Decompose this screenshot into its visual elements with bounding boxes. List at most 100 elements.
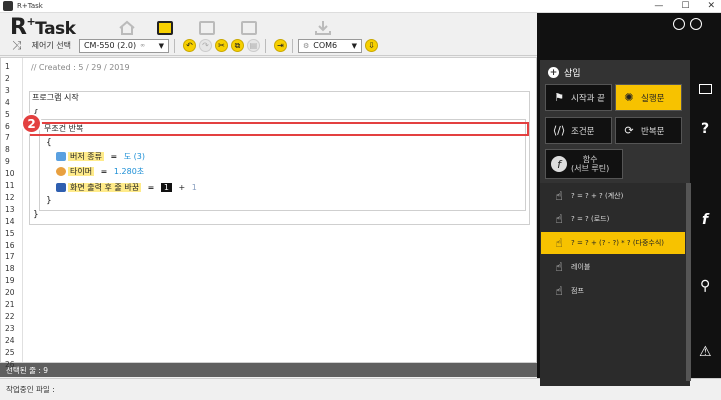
palette-statement-button[interactable]: ✺ 실행문 (615, 84, 682, 111)
line-number: 22 (5, 311, 15, 321)
line-number: 14 (5, 216, 15, 226)
tab-home[interactable] (112, 17, 142, 35)
line-number: 19 (5, 276, 15, 286)
line-number: 12 (5, 192, 15, 202)
code-editor[interactable]: // Created : 5 / 29 / 2019 프로그램 시작 { 무조건… (0, 57, 537, 363)
insert-label: 삽입 (564, 69, 581, 79)
settings-icon[interactable] (673, 18, 685, 30)
tab-monitor[interactable] (192, 17, 222, 35)
list-item-label: ? = ? + (? - ?) * ? (다중수식) (571, 239, 665, 247)
undo-icon: ↶ (186, 41, 193, 50)
tab-download[interactable] (308, 17, 338, 35)
line-number: 17 (5, 252, 15, 262)
insert-header: + 삽입 (548, 66, 581, 79)
list-item-label-cmd[interactable]: ☝ 레이블 (541, 256, 685, 278)
port-select[interactable]: ⚙ COM6 ▼ (297, 38, 362, 53)
print-value[interactable]: 1 (160, 183, 172, 192)
palette-button-label: 조건문 (571, 126, 595, 137)
display-icon (56, 183, 66, 192)
print-statement[interactable]: 화면 출력 후 줄 바꿈 = 1 + 1 (56, 182, 197, 193)
copy-icon: ⧉ (234, 40, 241, 50)
copy-button[interactable]: ⧉ (230, 39, 244, 52)
list-item-jump[interactable]: ☝ 점프 (541, 280, 685, 302)
line-numbers: 1 2 3 4 5 6 7 8 9 10 11 12 13 14 15 16 17 18 19 20 21 22 23 24 2… (0, 57, 22, 369)
buzzer-value: 도 (3) (123, 152, 146, 161)
line-number: 25 (5, 347, 15, 357)
line-number: 8 (5, 145, 10, 155)
function-icon[interactable]: f (702, 212, 708, 228)
close-brace: } (33, 210, 39, 220)
palette-condition-button[interactable]: ⟨/⟩ 조건문 (545, 117, 612, 144)
redo-button[interactable]: ↷ (198, 39, 212, 52)
program-start[interactable]: 프로그램 시작 (32, 92, 79, 103)
equals-sign: = (110, 152, 118, 161)
list-item-multi-expr[interactable]: ☝ ? = ? + (? - ?) * ? (다중수식) (541, 232, 685, 254)
comment-line[interactable]: // Created : 5 / 29 / 2019 (31, 63, 130, 72)
line-number: 18 (5, 264, 15, 274)
palette-button-label: 반복문 (641, 126, 665, 137)
program-icon (157, 21, 173, 35)
timer-icon (56, 167, 66, 176)
user-icon[interactable] (690, 18, 702, 30)
print-label: 화면 출력 후 줄 바꿈 (68, 183, 142, 192)
line-number: 23 (5, 323, 15, 333)
timer-value: 1.280초 (113, 167, 145, 176)
link-icon: ∞ (140, 42, 146, 49)
divider (173, 38, 175, 53)
list-item-label: ? = ? (로드) (571, 215, 610, 223)
window-title: R+Task (17, 2, 43, 10)
tab-motion[interactable] (234, 17, 264, 35)
working-file-label: 작업중인 파일 : (6, 385, 55, 394)
monitor-icon (199, 21, 215, 35)
scissors-icon: ✂ (218, 41, 225, 50)
controller-label: 제어기 선택 (31, 41, 71, 50)
list-item-load[interactable]: ☝ ? = ? (로드) (541, 208, 685, 230)
enter-icon: ⇥ (277, 41, 284, 50)
buzzer-statement[interactable]: 버저 종류 = 도 (3) (56, 151, 145, 162)
line-number: 13 (5, 204, 15, 214)
code-icon: ⟨/⟩ (552, 124, 566, 137)
shuffle-icon[interactable]: ⤨ (12, 38, 22, 53)
list-item-label: ? = ? + ? (계산) (571, 192, 624, 200)
line-number: 24 (5, 335, 15, 345)
palette-start-end-button[interactable]: ⚑ 시작과 끝 (545, 84, 612, 111)
location-icon[interactable]: ⚲ (700, 278, 710, 294)
buzzer-label: 버저 종류 (68, 152, 104, 161)
line-number: 7 (5, 133, 10, 143)
divider (264, 38, 266, 53)
message-icon[interactable] (699, 84, 712, 94)
timer-statement[interactable]: 타이머 = 1.280초 (56, 166, 144, 177)
connect-button[interactable]: ⇥ (273, 39, 287, 52)
line-number: 20 (5, 288, 15, 298)
app-icon (3, 1, 13, 11)
minimize-button[interactable]: — (654, 1, 663, 11)
controller-select[interactable]: CM-550 (2.0) ∞ ▼ (78, 38, 169, 53)
print-value-2[interactable]: 1 (192, 183, 197, 192)
toolbar: ⤨ 제어기 선택 CM-550 (2.0) ∞ ▼ ↶ ↷ ✂ ⧉ ▤ ⇥ ⚙ … (0, 36, 537, 56)
palette-loop-button[interactable]: ⟳ 반복문 (615, 117, 682, 144)
gear-icon: ⚙ (302, 41, 310, 50)
line-number: 21 (5, 300, 15, 309)
close-button[interactable]: ✕ (707, 1, 715, 11)
equals-sign: = (147, 183, 155, 192)
warning-icon[interactable]: ⚠ (699, 344, 712, 360)
plus-icon: + (548, 67, 559, 78)
list-scrollbar[interactable] (686, 183, 691, 381)
download-program-button[interactable]: ⇩ (364, 39, 378, 52)
paste-button[interactable]: ▤ (246, 39, 260, 52)
hand-pointer-icon: ☝ (555, 284, 563, 298)
undo-button[interactable]: ↶ (182, 39, 196, 52)
cut-button[interactable]: ✂ (214, 39, 228, 52)
chevron-down-icon: ▼ (158, 41, 164, 50)
tab-program[interactable] (150, 17, 180, 35)
selected-line-highlight (30, 122, 529, 136)
help-icon[interactable]: ? (701, 121, 709, 137)
clapper-icon (241, 21, 257, 35)
paste-icon: ▤ (249, 41, 258, 50)
list-item-calc[interactable]: ☝ ? = ? + ? (계산) (541, 185, 685, 207)
palette-button-label: 실행문 (641, 93, 665, 104)
palette-function-button[interactable]: f 함수 (서브 루틴) (545, 149, 623, 179)
line-number: 10 (5, 169, 15, 179)
maximize-button[interactable]: ☐ (681, 1, 689, 11)
timer-label: 타이머 (68, 167, 95, 176)
